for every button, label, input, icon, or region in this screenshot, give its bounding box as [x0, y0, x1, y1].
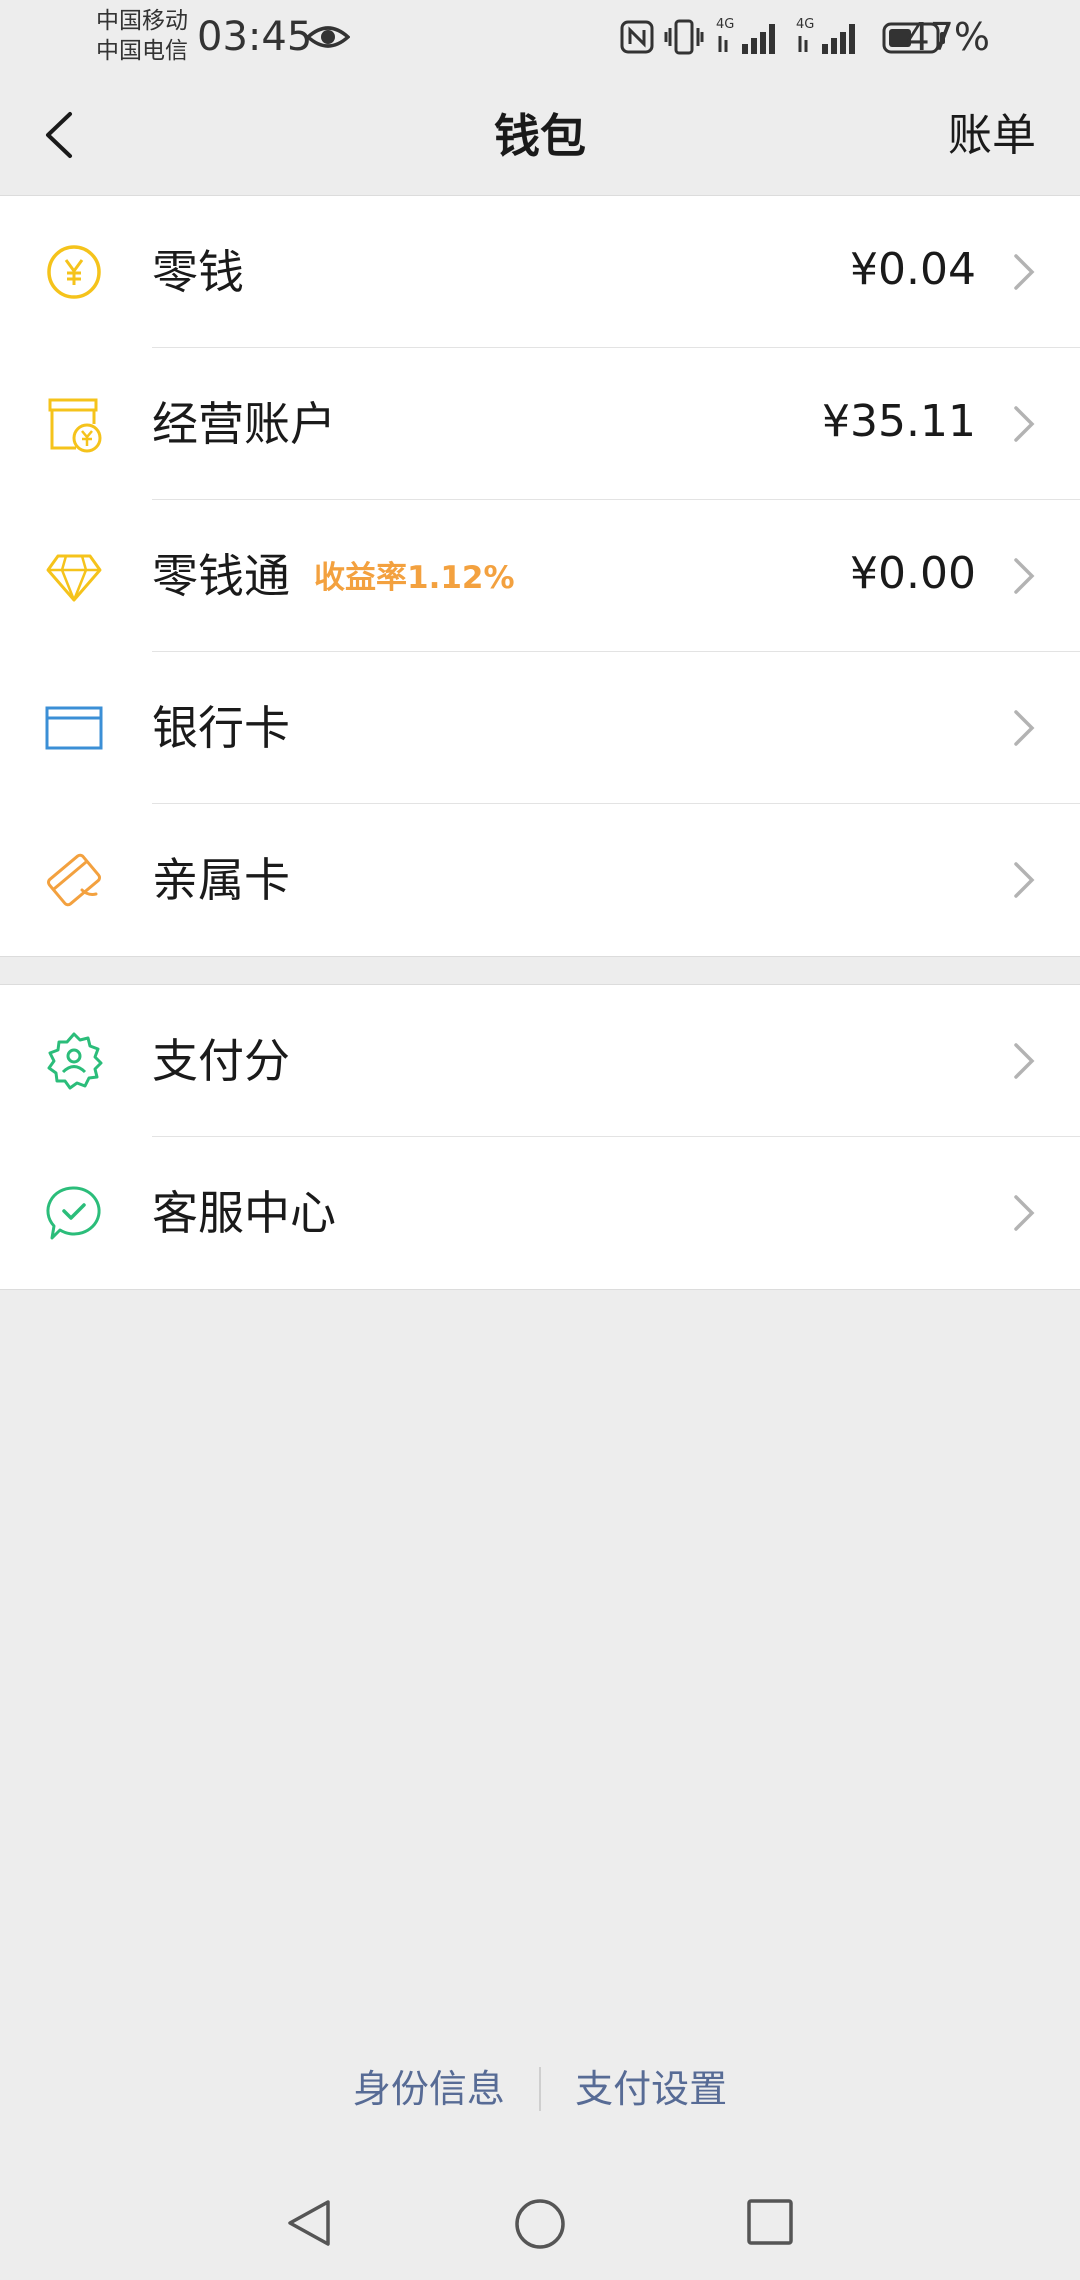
nav-bar: 钱包 账单 — [0, 80, 1080, 195]
item-value: ¥0.00 — [850, 548, 976, 599]
chevron-right-icon — [1014, 254, 1035, 290]
chevron-right-icon — [1014, 1043, 1035, 1079]
chevron-right-icon — [1014, 406, 1035, 442]
signal-1-icon: 4G — [716, 17, 775, 54]
wallet-item-business-account[interactable]: 经营账户 ¥35.11 — [0, 348, 1080, 500]
carrier-2: 中国电信 — [96, 38, 188, 64]
yield-rate-badge: 收益率1.12% — [314, 560, 515, 596]
item-label: 零钱 — [152, 245, 244, 299]
status-clock: 03:45 — [197, 14, 313, 60]
eye-icon — [306, 26, 350, 48]
footer-links: 身份信息 支付设置 — [0, 2058, 1080, 2117]
item-value: ¥0.04 — [850, 244, 976, 295]
item-label: 支付分 — [152, 1034, 290, 1088]
family-card-icon — [46, 853, 102, 907]
payment-settings-link[interactable]: 支付设置 — [575, 2061, 727, 2117]
chevron-right-icon — [1014, 1195, 1035, 1231]
carrier-1: 中国移动 — [96, 8, 188, 34]
system-navigation-bar — [0, 2160, 1080, 2280]
nfc-icon — [620, 20, 654, 54]
customer-service-icon — [46, 1186, 101, 1240]
item-label: 亲属卡 — [152, 853, 290, 907]
carrier-names: 中国移动 中国电信 — [96, 6, 188, 66]
signal-2-icon: 4G — [796, 17, 855, 54]
wallet-item-change[interactable]: 零钱 ¥0.04 — [0, 196, 1080, 348]
item-value: ¥35.11 — [822, 396, 976, 447]
signal-2-label: 4G — [796, 17, 814, 32]
wallet-item-customer-service[interactable]: 客服中心 — [0, 1137, 1080, 1289]
pay-score-icon — [47, 1032, 103, 1090]
service-list-group: 支付分 客服中心 — [0, 984, 1080, 1290]
item-label: 经营账户 — [152, 397, 336, 451]
chevron-right-icon — [1014, 558, 1035, 594]
bank-card-icon — [45, 706, 103, 750]
chevron-right-icon — [1014, 710, 1035, 746]
wallet-item-pay-score[interactable]: 支付分 — [0, 985, 1080, 1137]
wallet-item-lingqiantong[interactable]: 零钱通 收益率1.12% ¥0.00 — [0, 500, 1080, 652]
nav-back-icon[interactable] — [284, 2198, 334, 2248]
item-label: 银行卡 — [152, 701, 290, 755]
chevron-right-icon — [1014, 862, 1035, 898]
diamond-icon — [46, 554, 102, 602]
wallet-item-bank-card[interactable]: 银行卡 — [0, 652, 1080, 804]
status-bar: 中国移动 中国电信 03:45 4G 4G 47% — [0, 0, 1080, 80]
bill-button[interactable]: 账单 — [948, 106, 1036, 166]
nav-home-icon[interactable] — [514, 2198, 566, 2250]
system-icons: 4G 4G — [620, 12, 1080, 62]
nav-recents-icon[interactable] — [746, 2198, 794, 2246]
identity-info-link[interactable]: 身份信息 — [353, 2061, 505, 2117]
battery-percent: 47% — [905, 15, 990, 59]
coin-yen-icon — [47, 245, 101, 299]
signal-1-label: 4G — [716, 17, 734, 32]
item-label: 零钱通 收益率1.12% — [152, 546, 515, 608]
page-title: 钱包 — [494, 109, 586, 163]
item-label: 客服中心 — [152, 1186, 336, 1240]
item-label-text: 零钱通 — [152, 549, 290, 603]
wallet-item-family-card[interactable]: 亲属卡 — [0, 804, 1080, 956]
wallet-list-group: 零钱 ¥0.04 经营账户 ¥35.11 零钱通收益率1.12% ¥0.00 — [0, 195, 1080, 957]
vibrate-icon — [664, 19, 704, 55]
footer-divider — [539, 2066, 541, 2111]
shop-account-icon — [48, 398, 102, 453]
